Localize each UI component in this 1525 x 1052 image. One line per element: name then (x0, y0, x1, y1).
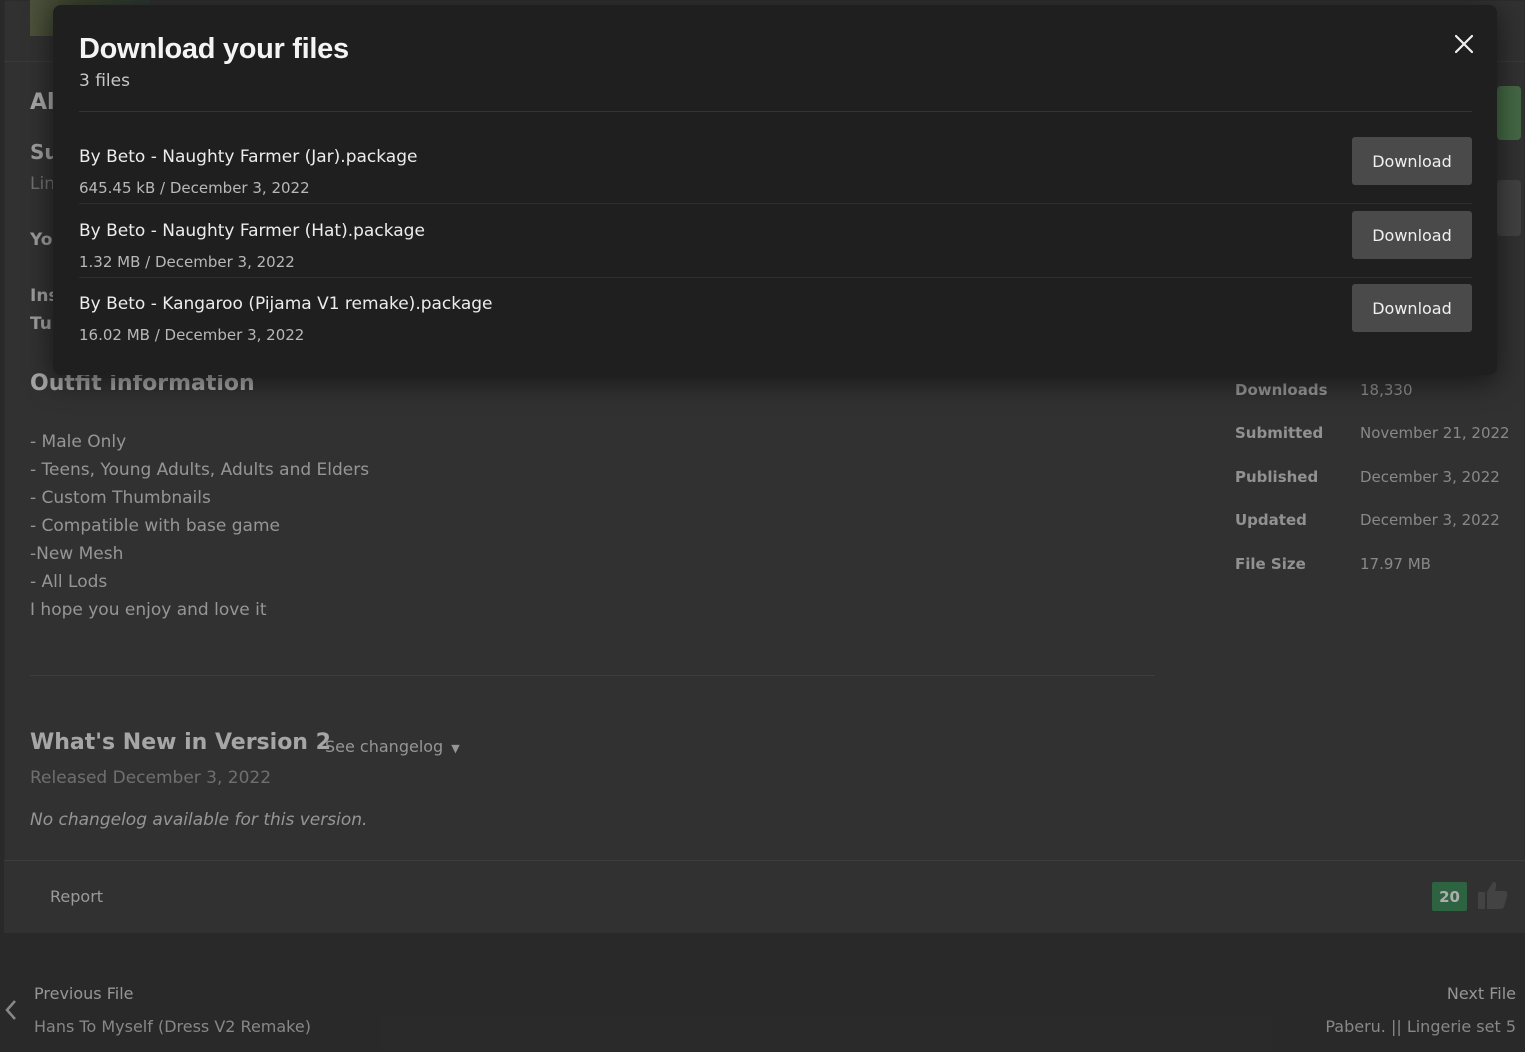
file-name: By Beto - Kangaroo (Pijama V1 remake).pa… (79, 294, 493, 314)
download-files-modal: Download your files 3 files By Beto - Na… (53, 5, 1497, 375)
modal-header-divider (79, 111, 1472, 112)
modal-file-count: 3 files (79, 71, 130, 91)
modal-title: Download your files (79, 33, 349, 65)
file-row: By Beto - Naughty Farmer (Jar).package 6… (79, 137, 1472, 211)
file-row: By Beto - Kangaroo (Pijama V1 remake).pa… (79, 284, 1472, 358)
file-name: By Beto - Naughty Farmer (Hat).package (79, 221, 425, 241)
row-divider (79, 203, 1472, 204)
close-icon (1454, 34, 1474, 54)
file-meta: 645.45 kB / December 3, 2022 (79, 179, 310, 197)
file-meta: 1.32 MB / December 3, 2022 (79, 253, 295, 271)
file-meta: 16.02 MB / December 3, 2022 (79, 326, 305, 344)
download-button[interactable]: Download (1352, 137, 1472, 185)
download-button[interactable]: Download (1352, 211, 1472, 259)
close-button[interactable] (1449, 29, 1479, 59)
file-name: By Beto - Naughty Farmer (Jar).package (79, 147, 418, 167)
row-divider (79, 277, 1472, 278)
download-button[interactable]: Download (1352, 284, 1472, 332)
file-row: By Beto - Naughty Farmer (Hat).package 1… (79, 211, 1472, 285)
